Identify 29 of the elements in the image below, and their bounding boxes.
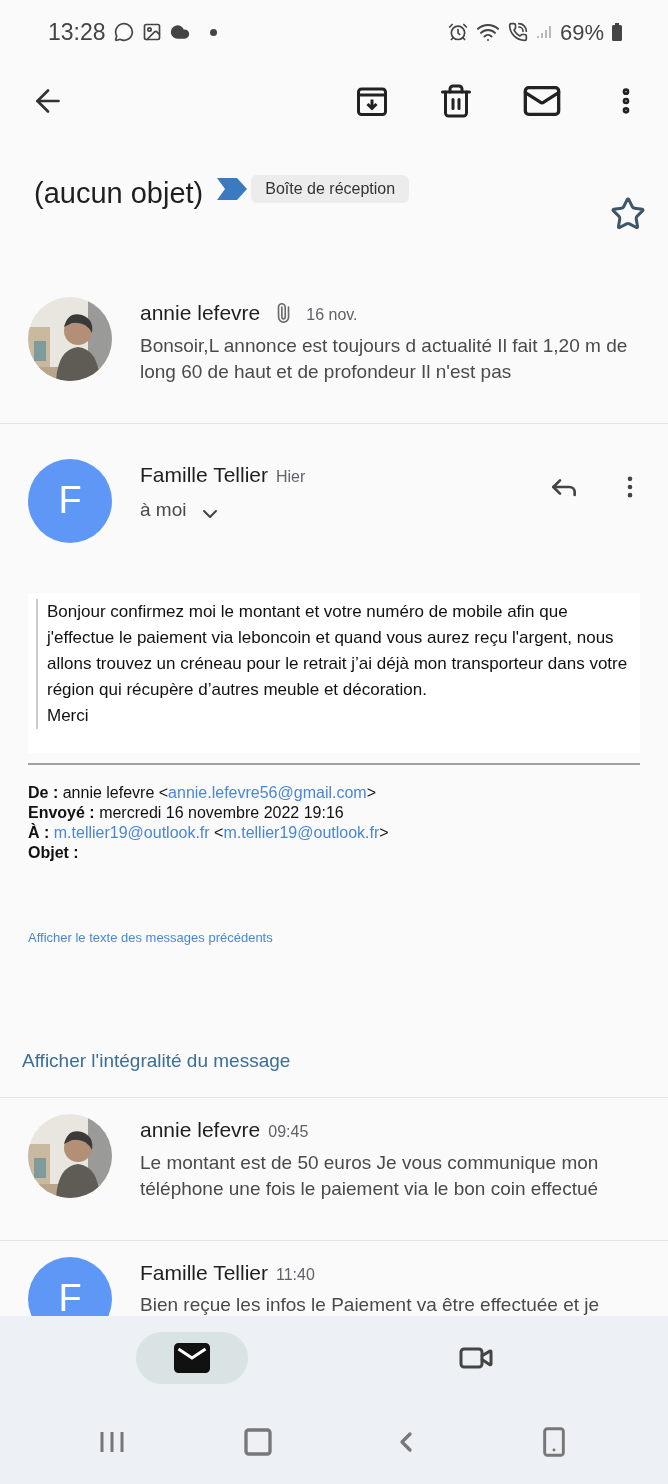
sender-name: Famille Tellier <box>140 461 268 488</box>
message-snippet: Le montant est de 50 euros Je vous communique mon téléphone une fois le paiement via le bon coin effectué <box>140 1150 600 1201</box>
battery-level: 69% <box>559 18 604 47</box>
sender-name: Famille Tellier <box>140 1259 268 1286</box>
avatar: F <box>28 458 112 543</box>
quote-text: Merci <box>47 704 90 727</box>
message-date: 16 nov. <box>306 305 358 325</box>
subject-title: (aucun objet) <box>34 176 204 211</box>
header-line: À : m.tellier19@outlook.fr <m.tellier19@outlook.fr> <box>28 822 390 843</box>
message-date: Hier <box>276 466 306 487</box>
quote-text: Bonjour confirmez moi le montant et votre numéro de mobile afin que j'effectue le paiement via leboncoin et quand vous aurez reçu l'argent, nous allons trouvez un créneau pour le retrait j’ai déjà mon transporteur dans votre région qui récupère d’autres meuble et décoration. <box>47 600 628 701</box>
avatar: F <box>28 1256 112 1316</box>
header-line: Objet : <box>28 842 80 863</box>
header-line: De : annie lefevre <annie.lefevre56@gmail.com> <box>28 782 377 803</box>
message-snippet: Bien reçue les infos le Paiement va être effectuée et je <box>140 1293 601 1316</box>
show-full-message-link[interactable]: Afficher l'intégralité du message <box>22 1049 291 1071</box>
email-link[interactable]: annie.lefevre56@gmail.com <box>168 783 367 801</box>
message-date: 11:40 <box>276 1264 315 1285</box>
recipient-label: à moi <box>140 497 187 522</box>
status-time: 13:28 <box>48 17 106 47</box>
message-snippet: Bonsoir,L annonce est toujours d actualité Il fait 1,20 m de long 60 de haut et de profondeur Il n'est pas <box>140 333 629 384</box>
email-link[interactable]: m.tellier19@outlook.fr <box>53 823 210 841</box>
sender-name: annie lefevre <box>140 1117 261 1143</box>
message-date: 09:45 <box>268 1122 309 1142</box>
header-line: Envoyé : mercredi 16 novembre 2022 19:16 <box>28 802 345 823</box>
show-previous-link[interactable]: Afficher le texte des messages précédents <box>28 929 273 945</box>
sender-name: annie lefevre <box>140 300 261 326</box>
inbox-label[interactable]: Boîte de réception <box>251 175 410 203</box>
email-link[interactable]: m.tellier19@outlook.fr <box>223 823 380 841</box>
